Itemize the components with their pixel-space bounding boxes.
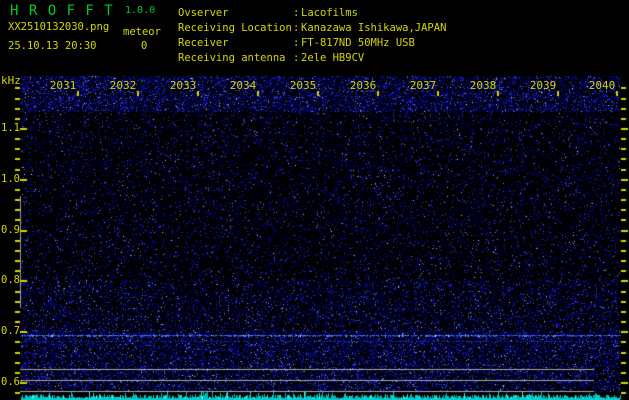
- app-title: H R O F F T: [10, 4, 114, 18]
- station-info-block: Ovserver: Lacofilms Receiving Location: Kan…: [178, 6, 446, 66]
- freq-tick-label: 0.7: [1, 326, 19, 337]
- time-tick-label: 2031: [49, 80, 77, 91]
- time-tick-label: 2032: [109, 80, 137, 91]
- station-info-separator: :: [293, 36, 301, 51]
- station-info-value: Lacofilms: [301, 7, 358, 19]
- time-tick-label: 2037: [409, 80, 437, 91]
- time-tick-label: 2040: [588, 80, 616, 91]
- freq-tick-label: 0.8: [1, 275, 19, 286]
- station-info-separator: :: [293, 51, 301, 66]
- time-tick-label: 2033: [169, 80, 197, 91]
- hrofft-screen: H R O F F T 1.0.0 XX2510132030.png meteo…: [0, 0, 629, 400]
- output-filename: XX2510132030.png: [8, 22, 109, 33]
- station-info-row: Receiving antenna:2ele HB9CV: [178, 51, 446, 66]
- station-info-label: Receiving antenna: [178, 51, 293, 66]
- freq-tick-label: 0.6: [1, 377, 19, 388]
- meteor-count-label: meteor: [123, 27, 161, 38]
- time-tick-label: 2034: [229, 80, 257, 91]
- station-info-value: FT-817ND 50MHz USB: [301, 37, 415, 49]
- app-version: 1.0.0: [125, 6, 155, 16]
- freq-tick-label: 1.1: [1, 123, 19, 134]
- station-info-label: Receiver: [178, 36, 293, 51]
- time-tick-label: 2039: [529, 80, 557, 91]
- station-info-label: Receiving Location: [178, 21, 293, 36]
- station-info-row: Receiver: FT-817ND 50MHz USB: [178, 36, 446, 51]
- station-info-separator: :: [293, 6, 301, 21]
- freq-tick-label: 1.0: [1, 174, 19, 185]
- station-info-separator: :: [293, 21, 301, 36]
- time-tick-label: 2038: [469, 80, 497, 91]
- time-tick-label: 2036: [349, 80, 377, 91]
- observation-timestamp: 25.10.13 20:30: [8, 41, 97, 52]
- time-tick-label: 2035: [289, 80, 317, 91]
- station-info-label: Ovserver: [178, 6, 293, 21]
- station-info-row: Receiving Location: Kanazawa Ishikawa,JAP…: [178, 21, 446, 36]
- station-info-value: Kanazawa Ishikawa,JAPAN: [301, 22, 446, 34]
- freq-tick-label: 0.9: [1, 225, 19, 236]
- meteor-count-value: 0: [141, 41, 147, 52]
- station-info-row: Ovserver: Lacofilms: [178, 6, 446, 21]
- freq-axis-unit-label: kHz: [1, 75, 21, 86]
- station-info-value: 2ele HB9CV: [301, 52, 364, 64]
